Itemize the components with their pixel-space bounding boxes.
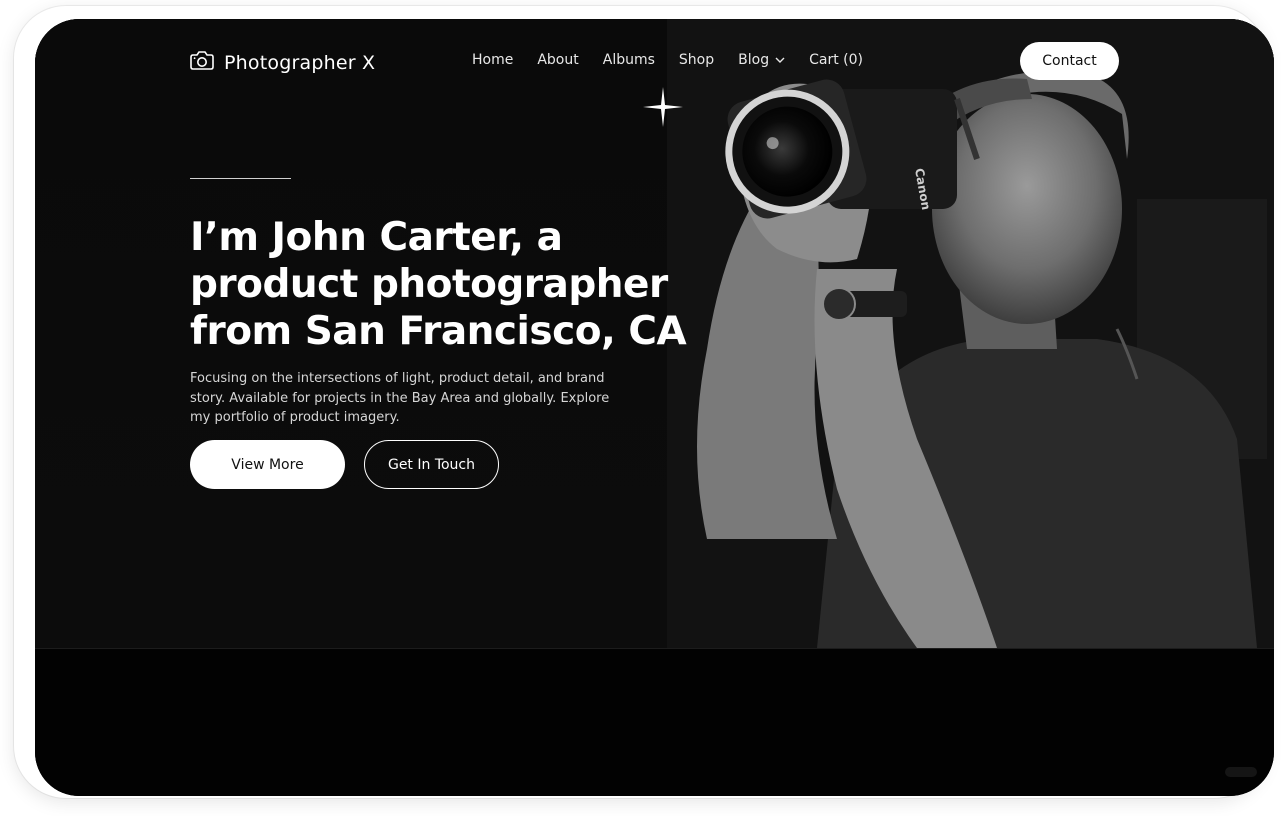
brand-name: Photographer X bbox=[224, 51, 376, 74]
headline-rule bbox=[190, 178, 291, 179]
nav-blog-label: Blog bbox=[738, 52, 770, 68]
get-in-touch-button[interactable]: Get In Touch bbox=[364, 440, 499, 489]
nav-albums[interactable]: Albums bbox=[603, 52, 655, 68]
headline-line-3: from San Francisco, CA bbox=[190, 309, 687, 354]
chat-widget-handle[interactable] bbox=[1225, 767, 1257, 777]
headline-line-1: I’m John Carter, a bbox=[190, 215, 563, 260]
subtext-line-3: my portfolio of product imagery. bbox=[190, 410, 400, 425]
hero-photo: Canon bbox=[667, 19, 1274, 648]
camera-icon bbox=[190, 49, 214, 76]
website-screen: Canon Photographer X Home About Albums S… bbox=[35, 19, 1274, 796]
nav-home[interactable]: Home bbox=[472, 52, 513, 68]
photographer-illustration: Canon bbox=[667, 19, 1274, 648]
subtext-line-1: Focusing on the intersections of light, … bbox=[190, 371, 605, 386]
nav-about[interactable]: About bbox=[537, 52, 578, 68]
nav-shop[interactable]: Shop bbox=[679, 52, 714, 68]
nav-cart[interactable]: Cart (0) bbox=[809, 52, 863, 68]
sparkle-icon bbox=[643, 87, 683, 127]
hero-headline: I’m John Carter, a product photographer … bbox=[190, 214, 687, 355]
hero-subtext: Focusing on the intersections of light, … bbox=[190, 369, 610, 428]
view-more-button[interactable]: View More bbox=[190, 440, 345, 489]
chevron-down-icon bbox=[775, 57, 785, 63]
contact-button[interactable]: Contact bbox=[1020, 42, 1119, 80]
subtext-line-2: story. Available for projects in the Bay… bbox=[190, 390, 610, 406]
brand-logo[interactable]: Photographer X bbox=[190, 49, 375, 76]
next-section bbox=[35, 648, 1274, 796]
nav-blog[interactable]: Blog bbox=[738, 52, 785, 68]
device-frame: Canon Photographer X Home About Albums S… bbox=[14, 6, 1274, 798]
main-nav: Home About Albums Shop Blog Cart (0) bbox=[472, 52, 887, 68]
hero-section: Canon Photographer X Home About Albums S… bbox=[35, 19, 1274, 648]
headline-line-2: product photographer bbox=[190, 262, 668, 307]
